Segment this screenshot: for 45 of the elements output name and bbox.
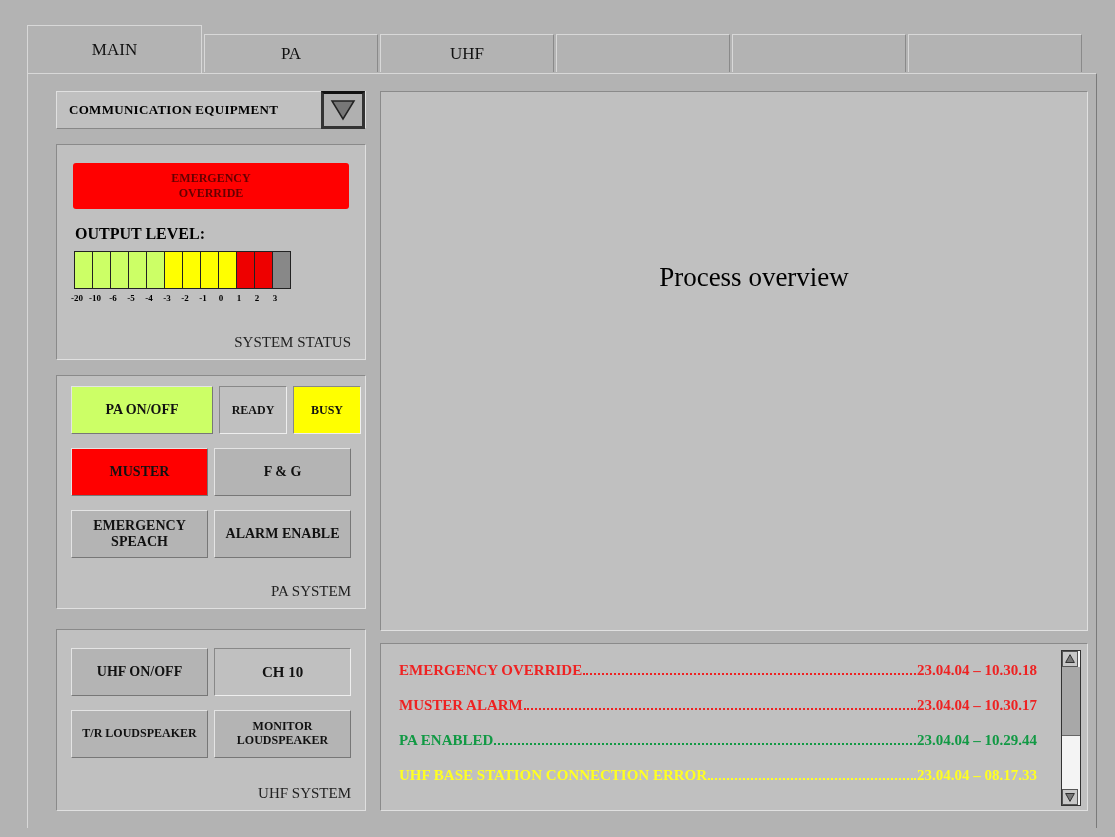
scale-label: -10 [88,293,102,303]
scale-label: -1 [198,293,208,303]
pa-button[interactable]: F & G [214,448,351,496]
log-time: 23.04.04 – 10.30.17 [917,697,1037,714]
tab[interactable]: MAIN [27,25,202,73]
pa-button[interactable]: PA ON/OFF [71,386,213,434]
status-indicator: BUSY [293,386,361,434]
panel-caption: SYSTEM STATUS [234,334,351,351]
scale-label: 3 [271,293,279,303]
log-message: EMERGENCY OVERRIDE [399,662,583,679]
scale-label: -20 [70,293,84,303]
scroll-down-icon[interactable] [1062,789,1078,805]
uhf-button[interactable]: T/R LOUDSPEAKER [71,710,208,758]
scrollbar[interactable] [1061,650,1081,806]
scale-label: -4 [144,293,154,303]
tab[interactable]: UHF [380,34,554,72]
channel-display: CH 10 [214,648,351,696]
uhf-button[interactable]: MONITOR LOUDSPEAKER [214,710,351,758]
pa-button[interactable]: MUSTER [71,448,208,496]
log-message: MUSTER ALARM [399,697,523,714]
scale-label: 1 [235,293,243,303]
overview-title: Process overview [659,262,849,293]
log-message: PA ENABLED [399,732,494,749]
log-time: 23.04.04 – 08.17.33 [917,767,1037,784]
scale-label: -6 [108,293,118,303]
pa-button[interactable]: EMERGENCY SPEACH [71,510,208,558]
alarm-indicator: EMERGENCY OVERRIDE [73,163,349,209]
uhf-button[interactable]: UHF ON/OFF [71,648,208,696]
tab[interactable]: PA [204,34,378,72]
scale-label: -2 [180,293,190,303]
log-time: 23.04.04 – 10.30.18 [917,662,1037,679]
log-message: UHF BASE STATION CONNECTION ERROR [399,767,708,784]
output-level-label: OUTPUT LEVEL: [75,225,205,243]
scale-label: 0 [217,293,225,303]
equipment-dropdown[interactable]: COMMUNICATION EQUIPMENT [56,91,366,129]
pa-button[interactable]: ALARM ENABLE [214,510,351,558]
dropdown-arrow-icon [330,99,356,121]
panel-caption: UHF SYSTEM [258,785,351,802]
panel-caption: PA SYSTEM [271,583,351,600]
scroll-up-icon[interactable] [1062,651,1078,667]
status-indicator: READY [219,386,287,434]
log-time: 23.04.04 – 10.29.44 [917,732,1037,749]
scale-label: 2 [253,293,261,303]
scale-label: -3 [162,293,172,303]
scale-label: -5 [126,293,136,303]
